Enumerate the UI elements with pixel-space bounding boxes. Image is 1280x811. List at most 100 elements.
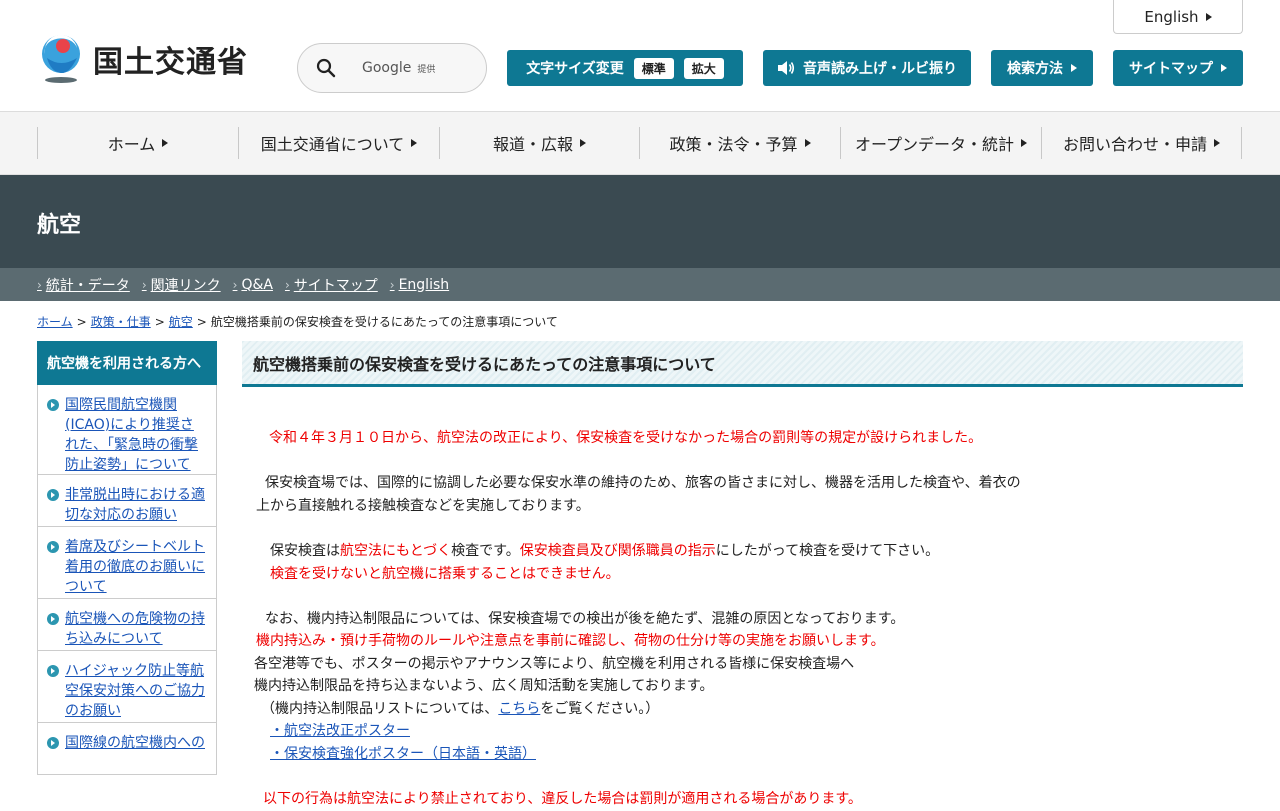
arrow-right-icon xyxy=(580,139,586,147)
warning-line: 検査を受けないと航空機に搭乗することはできません。 xyxy=(270,566,620,582)
section-subnav: › 統計・データ › 関連リンク › Q&A › サイトマップ › English xyxy=(0,268,1280,301)
section-title: 航空 xyxy=(37,213,82,238)
breadcrumb-policy[interactable]: 政策・仕事 xyxy=(91,315,151,329)
link-label: 統計・データ xyxy=(45,277,130,294)
subnav-link-english[interactable]: › English xyxy=(390,277,449,293)
sidebar-item[interactable]: 国際民間航空機関(ICAO)により推奨された、「緊急時の衝撃防止姿勢」について xyxy=(37,385,217,475)
restricted-items-link[interactable]: こちら xyxy=(498,701,540,717)
arrow-right-icon xyxy=(1214,139,1220,147)
chevron-right-icon: › xyxy=(141,277,147,292)
chevron-right-icon: › xyxy=(37,277,42,292)
mlit-logo-icon xyxy=(42,34,80,83)
chevron-right-icon: › xyxy=(389,277,395,292)
arrow-right-icon xyxy=(1021,139,1028,147)
nav-label: 報道・広報 xyxy=(492,135,573,154)
search-placeholder: Google 提供 xyxy=(362,60,436,76)
nav-label: お問い合わせ・申請 xyxy=(1062,135,1207,154)
notice-line: 令和４年３月１０日から、航空法の改正により、保安検査を受けなかった場合の罰則等の… xyxy=(269,430,983,446)
logo-text: 国土交通省 xyxy=(93,45,248,80)
bullet-arrow-icon xyxy=(47,665,59,677)
nav-item-contact[interactable]: お問い合わせ・申請 xyxy=(1041,127,1242,159)
link-line: ・保安検査強化ポスター（日本語・英語） xyxy=(270,743,536,766)
body-line: 保安検査は航空法にもとづく検査です。保安検査員及び関係職員の指示にしたがって検査… xyxy=(270,543,940,559)
breadcrumb: ホーム > 政策・仕事 > 航空 > 航空機搭乗前の保安検査を受けるにあたっての注意事項につ… xyxy=(37,313,558,330)
english-label: English xyxy=(1144,7,1199,26)
english-link[interactable]: English xyxy=(1113,0,1243,34)
arrow-right-icon xyxy=(1071,64,1077,72)
voice-label: 音声読み上げ・ルビ振り xyxy=(803,61,957,77)
arrow-right-icon xyxy=(1205,12,1212,21)
link-label: サイトマップ xyxy=(293,277,378,294)
nav-item-home[interactable]: ホーム xyxy=(37,127,238,159)
bullet-arrow-icon xyxy=(47,613,59,625)
sidebar-item[interactable]: ハイジャック防止等航空保安対策へのご協力のお願い xyxy=(37,651,217,723)
body-line: 保安検査場では、国際的に協調した必要な保安水準の維持のため、旅客の皆さまに対し、… xyxy=(265,475,1021,491)
bullet-arrow-icon xyxy=(47,737,59,749)
nav-label: オープンデータ・統計 xyxy=(854,135,1015,154)
nav-label: ホーム xyxy=(107,135,156,154)
font-standard-button[interactable]: 標準 xyxy=(633,57,674,79)
sidebar-link[interactable]: 国際線の航空機内への xyxy=(65,735,205,751)
arrow-right-icon xyxy=(804,139,811,147)
subnav-link-sitemap[interactable]: › サイトマップ xyxy=(285,275,378,295)
sidebar-item[interactable]: 着席及びシートベルト着用の徹底のお願いについて xyxy=(37,527,217,599)
sitemap-label: サイトマップ xyxy=(1129,61,1213,77)
breadcrumb-separator: > xyxy=(196,315,207,329)
breadcrumb-current: 航空機搭乗前の保安検査を受けるにあたっての注意事項について xyxy=(210,315,558,329)
link-label: Q&A xyxy=(241,276,273,293)
global-nav: ホーム 国土交通省について 報道・広報 政策・法令・予算 オープンデータ・統計 … xyxy=(0,112,1280,175)
chevron-right-icon: › xyxy=(232,277,238,292)
section-banner: 航空 xyxy=(0,175,1280,268)
subnav-link-qa[interactable]: › Q&A xyxy=(233,277,273,293)
nav-label: 国土交通省について xyxy=(260,135,405,154)
warning-line: 機内持込み・預け手荷物のルールや注意点を事前に確認し、荷物の仕分け等の実施をお願… xyxy=(256,633,885,649)
link-label: 関連リンク xyxy=(150,277,221,294)
link-label: English xyxy=(398,276,450,293)
sidebar-link[interactable]: 国際民間航空機関(ICAO)により推奨された、「緊急時の衝撃防止姿勢」について xyxy=(65,397,198,473)
font-size-label: 文字サイズ変更 xyxy=(526,61,624,77)
bullet-arrow-icon xyxy=(47,541,59,553)
font-large-button[interactable]: 拡大 xyxy=(683,57,724,79)
sidebar-item[interactable]: 航空機への危険物の持ち込みについて xyxy=(37,599,217,651)
body-line: 上から直接触れる接触検査などを実施しております。 xyxy=(256,498,590,514)
arrow-right-icon xyxy=(1221,64,1227,72)
arrow-right-icon xyxy=(162,139,169,147)
sitemap-button[interactable]: サイトマップ xyxy=(1113,50,1243,86)
subnav-link-related[interactable]: › 関連リンク xyxy=(142,275,221,295)
nav-item-opendata[interactable]: オープンデータ・統計 xyxy=(840,127,1041,159)
voice-ruby-button[interactable]: 音声読み上げ・ルビ振り xyxy=(763,50,971,86)
subnav-link-stats[interactable]: › 統計・データ xyxy=(37,275,130,295)
sidebar-item[interactable]: 国際線の航空機内への xyxy=(37,723,217,775)
sidebar-item[interactable]: 非常脱出時における適切な対応のお願い xyxy=(37,475,217,527)
page-title: 航空機搭乗前の保安検査を受けるにあたっての注意事項について xyxy=(242,341,1243,387)
sidebar-link[interactable]: 航空機への危険物の持ち込みについて xyxy=(65,611,205,647)
body-line: なお、機内持込制限品については、保安検査場での検出が後を絶たず、混雑の原因となっ… xyxy=(265,611,905,627)
nav-label: 政策・法令・予算 xyxy=(669,135,798,154)
breadcrumb-separator: > xyxy=(154,315,165,329)
search-method-label: 検索方法 xyxy=(1007,61,1063,77)
law-revision-poster-link[interactable]: ・航空法改正ポスター xyxy=(270,723,410,739)
site-header: 国土交通省 English Google 提供 文字サイズ変更 標準 拡大 音声読… xyxy=(0,0,1280,112)
bullet-arrow-icon xyxy=(47,399,59,411)
search-method-button[interactable]: 検索方法 xyxy=(991,50,1093,86)
nav-item-about[interactable]: 国土交通省について xyxy=(238,127,439,159)
site-search[interactable]: Google 提供 xyxy=(297,43,487,93)
nav-item-press[interactable]: 報道・広報 xyxy=(439,127,639,159)
security-poster-link[interactable]: ・保安検査強化ポスター（日本語・英語） xyxy=(270,746,536,762)
sidebar-link[interactable]: 非常脱出時における適切な対応のお願い xyxy=(65,487,205,523)
sidebar-link[interactable]: ハイジャック防止等航空保安対策へのご協力のお願い xyxy=(65,663,205,719)
search-icon xyxy=(316,58,336,78)
site-logo[interactable]: 国土交通省 xyxy=(37,34,248,84)
font-size-control: 文字サイズ変更 標準 拡大 xyxy=(507,50,743,86)
speaker-icon xyxy=(778,61,795,75)
body-line: 各空港等でも、ポスターの掲示やアナウンス等により、航空機を利用される皆様に保安検… xyxy=(254,656,855,672)
breadcrumb-aviation[interactable]: 航空 xyxy=(169,315,193,329)
chevron-right-icon: › xyxy=(284,277,290,292)
breadcrumb-home[interactable]: ホーム xyxy=(37,315,73,329)
body-line: （機内持込制限品リストについては、こちらをご覧ください。） xyxy=(261,701,660,717)
warning-line: 以下の行為は航空法により禁止されており、違反した場合は罰則が適用される場合があり… xyxy=(263,791,862,807)
nav-item-policy[interactable]: 政策・法令・予算 xyxy=(639,127,840,159)
bullet-arrow-icon xyxy=(47,489,59,501)
link-line: ・航空法改正ポスター xyxy=(270,720,410,743)
sidebar-link[interactable]: 着席及びシートベルト着用の徹底のお願いについて xyxy=(65,539,205,595)
